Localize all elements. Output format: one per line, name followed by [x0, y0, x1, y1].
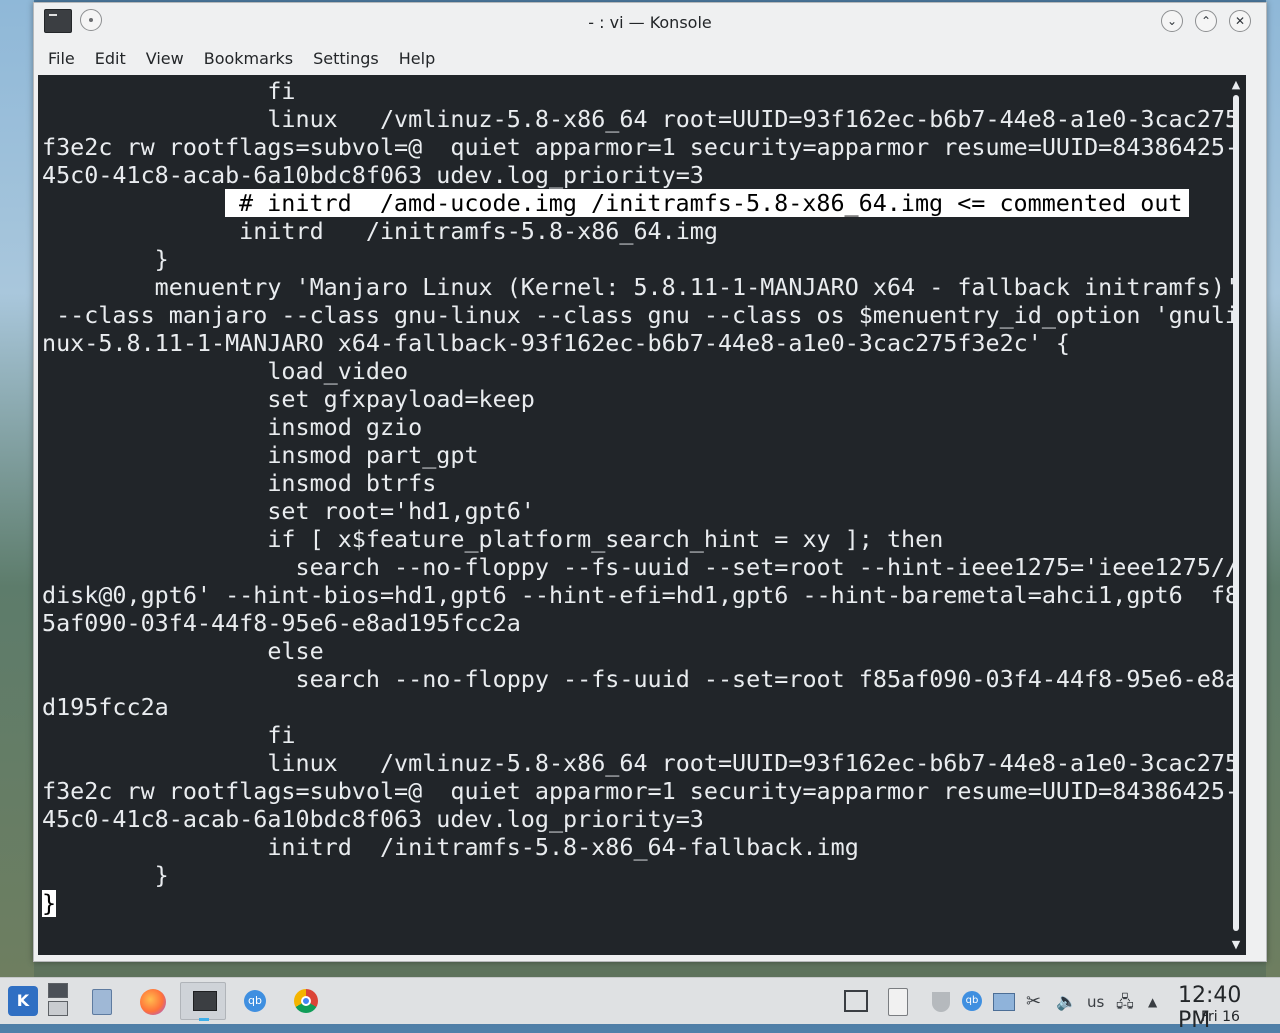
- terminal-line: linux /vmlinuz-5.8-x86_64 root=UUID=93f1…: [42, 749, 1239, 777]
- network-icon[interactable]: 🖧: [1116, 990, 1136, 1014]
- text-cursor: }: [42, 889, 57, 917]
- taskbar: K qb qb ✂ 🔈 us 🖧 ▲ 12:40 PM Fri 16: [0, 977, 1280, 1033]
- menu-bar: File Edit View Bookmarks Settings Help: [34, 43, 1266, 75]
- terminal-scrollbar[interactable]: ▲ ▼: [1230, 79, 1242, 951]
- menu-file[interactable]: File: [38, 43, 85, 75]
- show-desktop-icon[interactable]: [844, 990, 868, 1012]
- clipboard-icon[interactable]: [888, 988, 908, 1016]
- minimize-button[interactable]: ⌄: [1161, 10, 1183, 32]
- scroll-down-arrow-icon[interactable]: ▼: [1230, 939, 1242, 951]
- scissors-icon[interactable]: ✂: [1026, 990, 1044, 1014]
- terminal-line: else: [42, 637, 324, 665]
- terminal-line: disk@0,gpt6' --hint-bios=hd1,gpt6 --hint…: [42, 581, 1239, 609]
- pager-desktop-2[interactable]: [48, 1001, 68, 1016]
- desktop-wallpaper-right: [1266, 0, 1280, 978]
- terminal-line: load_video: [42, 357, 409, 385]
- terminal-line: 45c0-41c8-acab-6a10bdc8f063 udev.log_pri…: [42, 805, 704, 833]
- qbittorrent-tray-icon[interactable]: qb: [962, 991, 982, 1011]
- terminal-text-area[interactable]: fi linux /vmlinuz-5.8-x86_64 root=UUID=9…: [42, 77, 1239, 917]
- cursor-line: }: [42, 889, 1226, 917]
- tray-expand-icon[interactable]: ▲: [1148, 990, 1157, 1014]
- keyboard-layout-indicator[interactable]: us: [1087, 990, 1104, 1014]
- terminal-line: insmod btrfs: [42, 469, 437, 497]
- terminal-line: fi: [42, 77, 296, 105]
- qbittorrent-icon[interactable]: qb: [244, 990, 266, 1012]
- clock-date[interactable]: Fri 16: [1201, 1009, 1240, 1025]
- terminal-line: f3e2c rw rootflags=subvol=@ quiet apparm…: [42, 133, 1239, 161]
- pager-desktop-1[interactable]: [48, 983, 68, 998]
- terminal-line: insmod part_gpt: [42, 441, 479, 469]
- close-button[interactable]: ✕: [1229, 10, 1251, 32]
- terminal-line: initrd /initramfs-5.8-x86_64-fallback.im…: [42, 833, 859, 861]
- maximize-button[interactable]: ⌃: [1195, 10, 1217, 32]
- terminal-view[interactable]: fi linux /vmlinuz-5.8-x86_64 root=UUID=9…: [38, 75, 1246, 955]
- terminal-line: set root='hd1,gpt6': [42, 497, 535, 525]
- desktop-wallpaper-left: [0, 0, 34, 978]
- volume-icon[interactable]: 🔈: [1056, 990, 1077, 1014]
- menu-bookmarks[interactable]: Bookmarks: [194, 43, 303, 75]
- terminal-line: search --no-floppy --fs-uuid --set=root …: [42, 553, 1239, 581]
- menu-help[interactable]: Help: [389, 43, 445, 75]
- terminal-line: }: [42, 245, 169, 273]
- terminal-line: }: [42, 861, 169, 889]
- terminal-line: f3e2c rw rootflags=subvol=@ quiet apparm…: [42, 777, 1239, 805]
- firefox-icon[interactable]: [140, 989, 166, 1015]
- terminal-line: 5af090-03f4-44f8-95e6-e8ad195fcc2a: [42, 609, 521, 637]
- terminal-line: d195fcc2a: [42, 693, 169, 721]
- terminal-line: insmod gzio: [42, 413, 423, 441]
- window-title: - : vi — Konsole: [588, 13, 712, 32]
- chrome-icon[interactable]: [294, 989, 318, 1013]
- screen-icon[interactable]: [993, 993, 1015, 1011]
- terminal-line: search --no-floppy --fs-uuid --set=root …: [42, 665, 1239, 693]
- terminal-line: 45c0-41c8-acab-6a10bdc8f063 udev.log_pri…: [42, 161, 704, 189]
- terminal-line: menuentry 'Manjaro Linux (Kernel: 5.8.11…: [42, 273, 1239, 301]
- terminal-line: initrd /initramfs-5.8-x86_64.img: [42, 217, 718, 245]
- konsole-window: - : vi — Konsole ⌄ ⌃ ✕ File Edit View Bo…: [33, 2, 1267, 962]
- terminal-line: if [ x$feature_platform_search_hint = xy…: [42, 525, 944, 553]
- kde-launcher-icon[interactable]: K: [8, 986, 38, 1016]
- clock-time[interactable]: 12:40 PM: [1178, 983, 1280, 1033]
- highlighted-terminal-line: # initrd /amd-ucode.img /initramfs-5.8-x…: [42, 189, 1226, 217]
- menu-edit[interactable]: Edit: [85, 43, 136, 75]
- terminal-line: nux-5.8.11-1-MANJARO x64-fallback-93f162…: [42, 329, 1071, 357]
- menu-settings[interactable]: Settings: [303, 43, 389, 75]
- terminal-line: set gfxpayload=keep: [42, 385, 535, 413]
- menu-view[interactable]: View: [136, 43, 194, 75]
- title-bar[interactable]: - : vi — Konsole ⌄ ⌃ ✕: [34, 3, 1266, 41]
- highlighted-text: # initrd /amd-ucode.img /initramfs-5.8-x…: [239, 189, 1183, 217]
- shield-icon[interactable]: [932, 992, 950, 1012]
- scrollbar-handle[interactable]: [1233, 95, 1239, 931]
- file-manager-icon[interactable]: [92, 989, 112, 1015]
- terminal-line: --class manjaro --class gnu-linux --clas…: [42, 301, 1239, 329]
- scroll-up-arrow-icon[interactable]: ▲: [1230, 79, 1242, 91]
- konsole-task-button[interactable]: [180, 982, 226, 1021]
- pager-icon[interactable]: [48, 983, 68, 1017]
- terminal-line: linux /vmlinuz-5.8-x86_64 root=UUID=93f1…: [42, 105, 1239, 133]
- terminal-line: fi: [42, 721, 296, 749]
